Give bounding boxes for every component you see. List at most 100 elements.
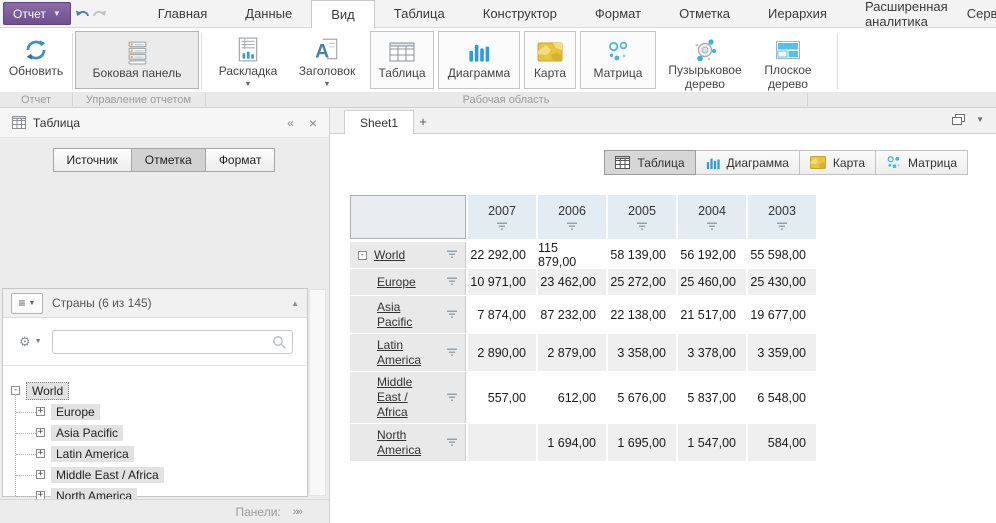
table-cell[interactable]: 1 695,00 xyxy=(608,424,676,461)
insert-chart-button[interactable]: Диаграмма xyxy=(438,31,520,89)
row-header-middle-east-africa[interactable]: Middle East / Africa xyxy=(350,372,466,423)
column-header-2003[interactable]: 2003 xyxy=(748,195,816,239)
table-cell[interactable]: 115 879,00 xyxy=(538,242,606,268)
table-cell[interactable]: 584,00 xyxy=(748,424,816,461)
table-cell[interactable]: 10 971,00 xyxy=(468,269,536,295)
scrollbar-track[interactable] xyxy=(309,289,326,496)
table-cell[interactable]: 3 378,00 xyxy=(678,334,746,371)
insert-matrix-button[interactable]: Матрица xyxy=(580,31,656,89)
tab-tablitsa[interactable]: Таблица xyxy=(375,0,464,28)
row-header-latin-america[interactable]: Latin America xyxy=(350,334,466,371)
expand-icon[interactable]: + xyxy=(36,428,45,437)
view-table-button[interactable]: Таблица xyxy=(604,150,695,175)
table-cell[interactable]: 19 677,00 xyxy=(748,296,816,333)
title-button[interactable]: A Заголовок ▼ xyxy=(290,30,364,92)
row-header-north-america[interactable]: North America xyxy=(350,424,466,461)
search-input[interactable] xyxy=(53,331,292,353)
column-header-2005[interactable]: 2005 xyxy=(608,195,676,239)
table-cell[interactable]: 25 430,00 xyxy=(748,269,816,295)
tab-konstruktor[interactable]: Конструктор xyxy=(464,0,576,28)
filter-icon[interactable] xyxy=(496,222,508,231)
filter-icon[interactable] xyxy=(446,250,458,259)
table-cell[interactable]: 2 890,00 xyxy=(468,334,536,371)
filter-icon[interactable] xyxy=(566,222,578,231)
tree-item-latin-america[interactable]: + Latin America xyxy=(3,443,307,464)
table-cell[interactable]: 612,00 xyxy=(538,372,606,423)
view-matrix-button[interactable]: Матрица xyxy=(875,150,968,175)
filter-icon[interactable] xyxy=(636,222,648,231)
filter-icon[interactable] xyxy=(446,393,458,402)
chevron-down-icon[interactable]: ▼ xyxy=(976,115,984,124)
filter-icon[interactable] xyxy=(446,310,458,319)
table-cell[interactable]: 87 232,00 xyxy=(538,296,606,333)
table-cell[interactable]: 55 598,00 xyxy=(748,242,816,268)
row-header-link[interactable]: Asia Pacific xyxy=(377,300,429,330)
table-cell[interactable]: 22 292,00 xyxy=(468,242,536,268)
table-cell[interactable]: 7 874,00 xyxy=(468,296,536,333)
table-cell[interactable]: 22 138,00 xyxy=(608,296,676,333)
filter-icon[interactable] xyxy=(706,222,718,231)
filter-icon[interactable] xyxy=(776,222,788,231)
tree-item-europe[interactable]: + Europe xyxy=(3,401,307,422)
table-cell[interactable]: 3 358,00 xyxy=(608,334,676,371)
row-header-link[interactable]: Europe xyxy=(377,275,416,290)
expand-icon[interactable]: + xyxy=(36,470,45,479)
collapse-panel-button[interactable]: « xyxy=(287,116,294,130)
panel-tab-mark[interactable]: Отметка xyxy=(131,148,206,172)
close-panel-button[interactable]: × xyxy=(309,115,317,131)
filter-icon[interactable] xyxy=(446,277,458,286)
dimension-menu-button[interactable]: ≡ ▼ xyxy=(11,293,43,314)
table-cell[interactable]: 3 359,00 xyxy=(748,334,816,371)
tree-item-asia-pacific[interactable]: + Asia Pacific xyxy=(3,422,307,443)
table-cell[interactable]: 56 192,00 xyxy=(678,242,746,268)
bubble-tree-button[interactable]: Пузырьковое дерево xyxy=(661,30,749,92)
row-header-asia-pacific[interactable]: Asia Pacific xyxy=(350,296,466,333)
service-menu-button[interactable]: Сервис ▼ xyxy=(967,6,996,21)
expand-icon[interactable]: + xyxy=(36,407,45,416)
table-cell[interactable]: 1 694,00 xyxy=(538,424,606,461)
tab-vid[interactable]: Вид xyxy=(311,0,375,28)
settings-button[interactable]: ⚙ ▼ xyxy=(19,334,42,350)
panel-tab-format[interactable]: Формат xyxy=(205,148,276,172)
panel-tab-source[interactable]: Источник xyxy=(53,148,132,172)
row-header-link[interactable]: Middle East / Africa xyxy=(377,375,429,420)
flat-tree-button[interactable]: Плоское дерево xyxy=(753,30,823,92)
redo-button[interactable] xyxy=(91,3,107,25)
table-cell[interactable]: 557,00 xyxy=(468,372,536,423)
table-corner-cell[interactable] xyxy=(350,195,466,239)
sheet-tab[interactable]: Sheet1 xyxy=(344,110,414,135)
view-chart-button[interactable]: Диаграмма xyxy=(695,150,800,175)
tab-rasshirennaya-analitika[interactable]: Расширенная аналитика xyxy=(846,0,967,28)
table-cell[interactable]: 6 548,00 xyxy=(748,372,816,423)
insert-table-button[interactable]: Таблица xyxy=(370,31,434,89)
row-header-link[interactable]: North America xyxy=(377,428,429,458)
table-cell[interactable]: 2 879,00 xyxy=(538,334,606,371)
column-header-2004[interactable]: 2004 xyxy=(678,195,746,239)
table-cell[interactable]: 25 272,00 xyxy=(608,269,676,295)
column-header-2006[interactable]: 2006 xyxy=(538,195,606,239)
expand-icon[interactable]: + xyxy=(36,449,45,458)
table-cell[interactable]: 25 460,00 xyxy=(678,269,746,295)
tab-dannye[interactable]: Данные xyxy=(226,0,311,28)
table-cell[interactable]: 23 462,00 xyxy=(538,269,606,295)
filter-icon[interactable] xyxy=(446,438,458,447)
expand-panels-button[interactable]: »» xyxy=(293,506,301,518)
tree-item-world[interactable]: - World xyxy=(3,380,307,401)
table-cell[interactable]: 58 139,00 xyxy=(608,242,676,268)
tab-ierarkhiya[interactable]: Иерархия xyxy=(749,0,846,28)
refresh-button[interactable]: Обновить xyxy=(2,30,70,92)
tab-glavnaya[interactable]: Главная xyxy=(139,0,226,28)
undo-button[interactable] xyxy=(75,3,91,25)
insert-map-button[interactable]: Карта xyxy=(524,31,576,89)
table-cell[interactable] xyxy=(468,424,536,461)
column-header-2007[interactable]: 2007 xyxy=(468,195,536,239)
report-menu-button[interactable]: Отчет ▼ xyxy=(3,2,71,25)
table-cell[interactable]: 5 676,00 xyxy=(608,372,676,423)
table-cell[interactable]: 1 547,00 xyxy=(678,424,746,461)
filter-icon[interactable] xyxy=(446,348,458,357)
row-header-link[interactable]: Latin America xyxy=(377,338,429,368)
table-cell[interactable]: 21 517,00 xyxy=(678,296,746,333)
table-cell[interactable]: 5 837,00 xyxy=(678,372,746,423)
add-sheet-button[interactable]: + xyxy=(412,111,434,132)
row-header-world[interactable]: - World xyxy=(350,242,466,268)
